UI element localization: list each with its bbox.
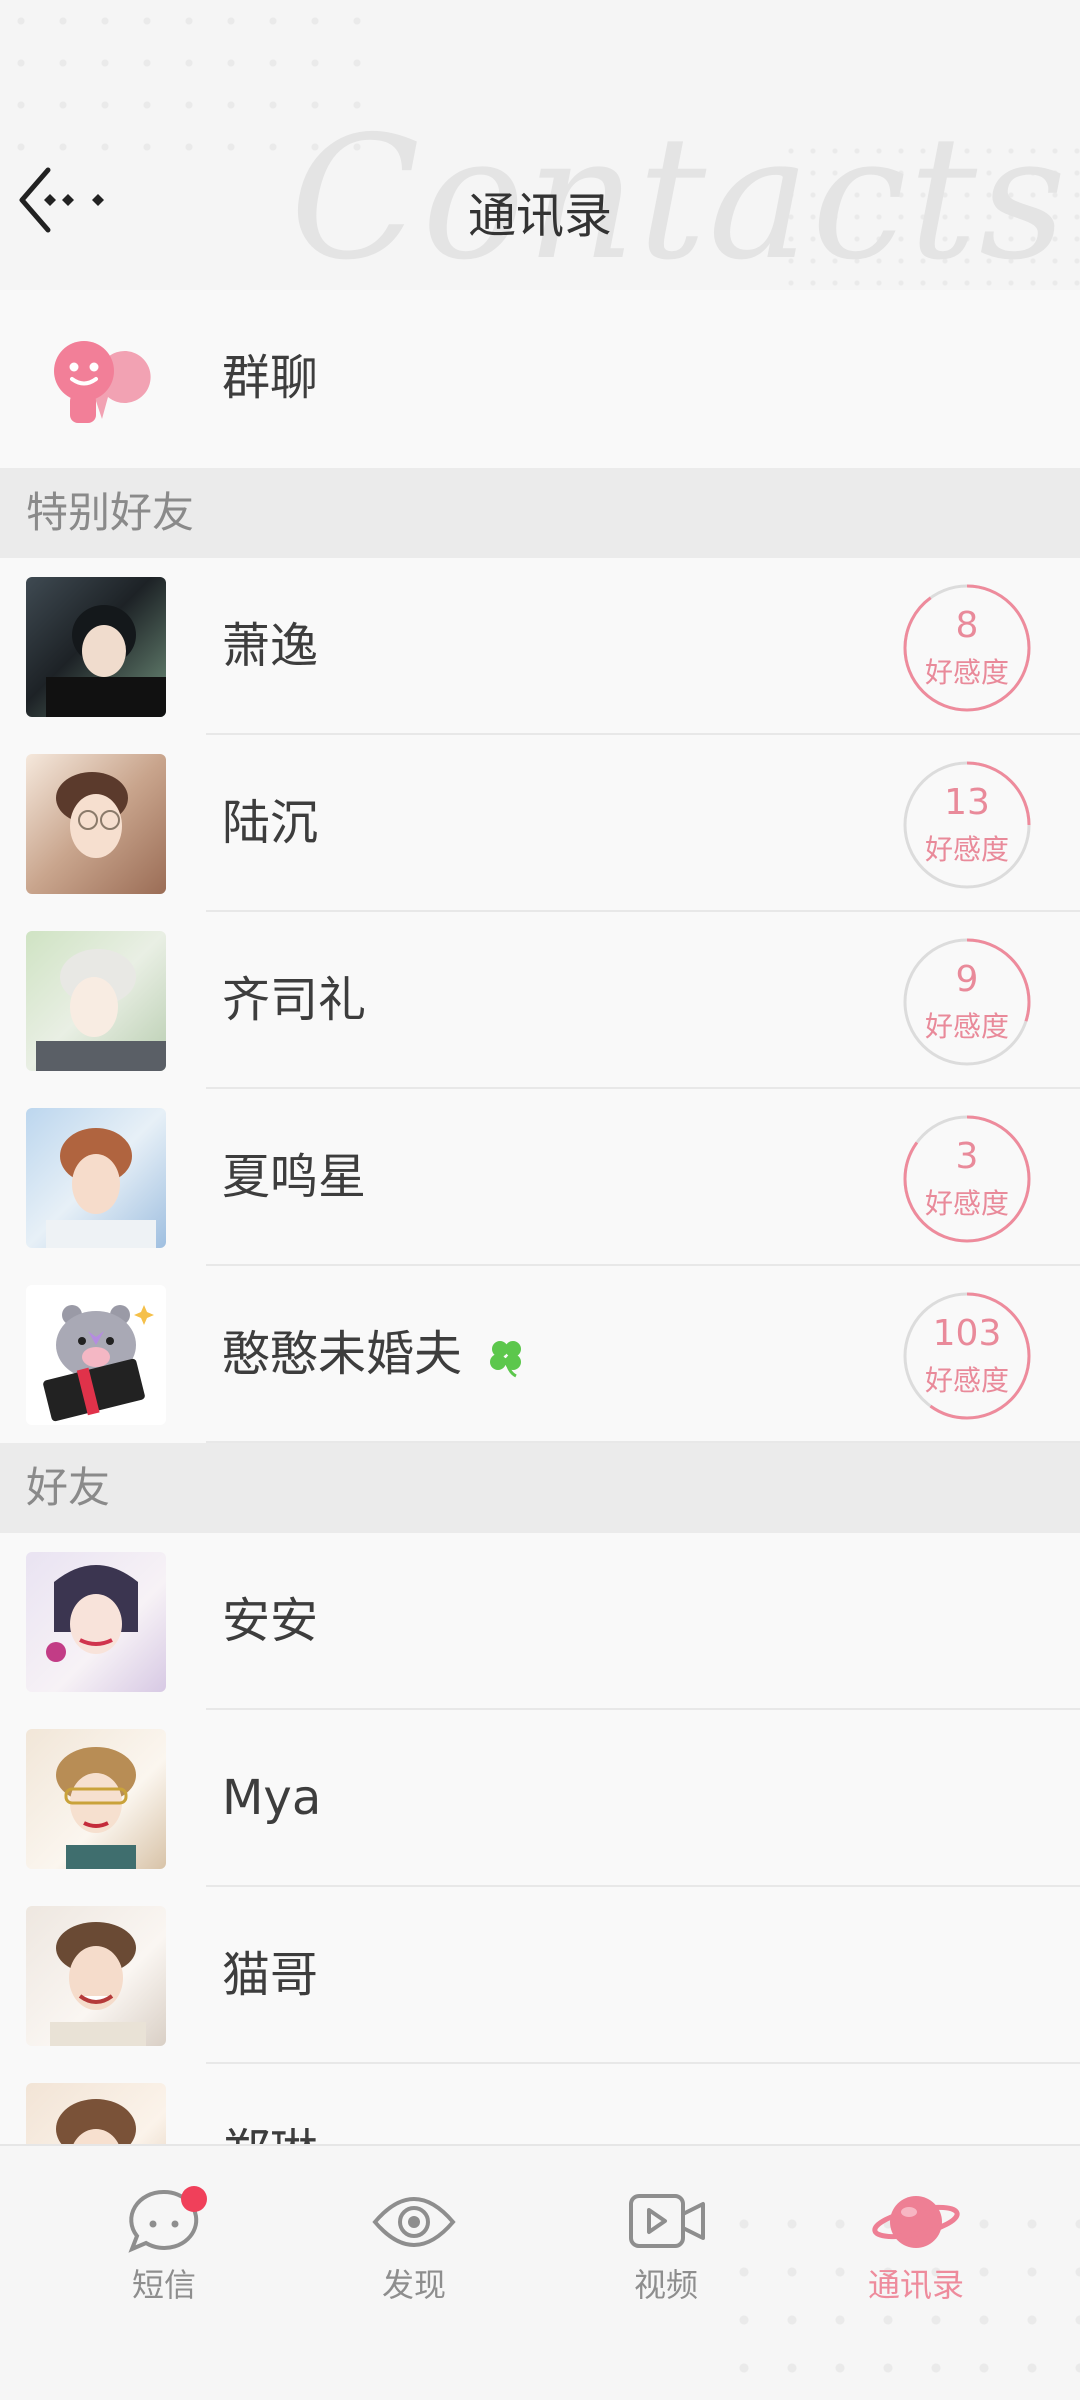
avatar	[26, 1108, 166, 1248]
clover-icon	[490, 1341, 522, 1378]
section-friends: 好友	[0, 1443, 1080, 1533]
affinity-ring: 103 好感度	[902, 1291, 1032, 1421]
nav-label: 视频	[633, 2266, 698, 2304]
affinity-value: 9	[955, 959, 979, 1000]
contact-name: 猫哥	[222, 1947, 319, 2003]
page-title: 通讯录	[467, 188, 612, 244]
nav-item-video[interactable]: 视频	[586, 2186, 746, 2326]
group-chat-row[interactable]: 群聊	[0, 290, 1080, 467]
group-chat-label: 群聊	[222, 350, 319, 406]
nav-item-contacts[interactable]: 通讯录	[836, 2186, 996, 2326]
contact-name: Mya	[222, 1770, 322, 1826]
affinity-ring: 8 好感度	[902, 583, 1032, 713]
avatar	[26, 577, 166, 717]
affinity-ring: 9 好感度	[902, 937, 1032, 1067]
nav-label: 短信	[131, 2266, 196, 2304]
planet-icon	[871, 2186, 961, 2256]
section-title: 特别好友	[26, 488, 195, 537]
chat-bubble-icon	[119, 2186, 209, 2256]
contact-row[interactable]: 萧逸 8 好感度	[0, 558, 1080, 735]
affinity-value: 103	[932, 1313, 1002, 1354]
eye-icon	[369, 2186, 459, 2256]
affinity-ring: 13 好感度	[902, 760, 1032, 890]
contact-row[interactable]: Mya	[0, 1710, 1080, 1887]
contact-name: 夏鸣星	[222, 1149, 367, 1205]
section-title: 好友	[26, 1463, 111, 1512]
affinity-ring: 3 好感度	[902, 1114, 1032, 1244]
group-chat-icon	[26, 309, 166, 449]
affinity-value: 3	[955, 1136, 979, 1177]
contact-name-text: 憨憨未婚夫	[222, 1326, 463, 1382]
contact-row[interactable]: 猫哥	[0, 1887, 1080, 2064]
avatar	[26, 754, 166, 894]
affinity-label: 好感度	[924, 1010, 1009, 1043]
affinity-label: 好感度	[924, 833, 1009, 866]
contact-row[interactable]: 安安	[0, 1533, 1080, 1710]
contact-row[interactable]: 憨憨未婚夫 103 好感度	[0, 1266, 1080, 1443]
nav-label: 发现	[381, 2266, 446, 2304]
contact-name: 憨憨未婚夫	[222, 1266, 529, 1443]
contact-name: 萧逸	[222, 618, 319, 674]
avatar	[26, 1552, 166, 1692]
bottom-nav: 短信 发现 视频 通讯录	[0, 2144, 1080, 2400]
contact-name: 安安	[222, 1593, 319, 1649]
contact-row[interactable]: 陆沉 13 好感度	[0, 735, 1080, 912]
contact-name: 齐司礼	[222, 972, 367, 1028]
avatar	[26, 1729, 166, 1869]
section-special-friends: 特别好友	[0, 468, 1080, 558]
contact-name: 陆沉	[222, 795, 319, 851]
affinity-label: 好感度	[924, 1187, 1009, 1220]
affinity-value: 13	[944, 782, 990, 823]
header: Contacts 通讯录	[0, 0, 1080, 290]
avatar	[26, 1285, 166, 1425]
avatar	[26, 931, 166, 1071]
nav-item-messages[interactable]: 短信	[84, 2186, 244, 2326]
nav-item-discover[interactable]: 发现	[334, 2186, 494, 2326]
avatar	[26, 1906, 166, 2046]
nav-label: 通讯录	[867, 2266, 964, 2304]
affinity-label: 好感度	[924, 1364, 1009, 1397]
affinity-value: 8	[955, 605, 979, 646]
contact-row[interactable]: 夏鸣星 3 好感度	[0, 1089, 1080, 1266]
affinity-label: 好感度	[924, 656, 1009, 689]
notification-badge	[181, 2186, 207, 2212]
contact-row[interactable]: 齐司礼 9 好感度	[0, 912, 1080, 1089]
video-icon	[621, 2186, 711, 2256]
